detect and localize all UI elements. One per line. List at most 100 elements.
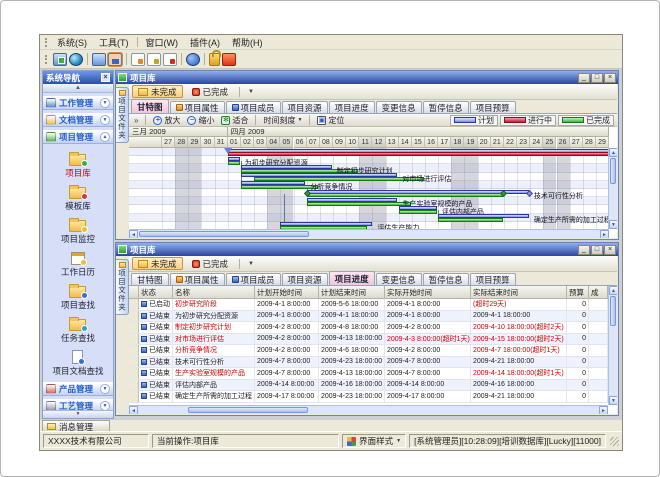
sidebar-item-项目监控[interactable]: 项目监控	[61, 216, 95, 245]
column-header-名称[interactable]: 名称	[173, 286, 255, 299]
folder-open-icon[interactable]	[92, 53, 106, 66]
sidebar-scroll-down[interactable]: ▼	[43, 410, 113, 418]
tool-timescale[interactable]: 时间刻度▼	[261, 115, 304, 126]
scroll-track[interactable]	[309, 406, 599, 414]
tool-zoom-in[interactable]: +放大	[151, 115, 182, 126]
tab-项目进度[interactable]: 项目进度	[329, 271, 375, 285]
scroll-up-arrow[interactable]: ▲	[609, 286, 617, 295]
sidebar-item-任务查找[interactable]: 任务查找	[61, 315, 95, 344]
doc-delete-icon[interactable]	[163, 53, 177, 66]
chevron-down-icon[interactable]: ▼	[100, 401, 110, 410]
table-row[interactable]: 已结束评估内部产品2009-4-14 8:00:002009-4-16 18:0…	[129, 380, 608, 392]
tab-变更信息[interactable]: 变更信息	[376, 273, 422, 285]
chevron-down-icon[interactable]: ▼	[100, 115, 110, 125]
sidebar-group-工艺管理[interactable]: 工艺管理▼	[43, 399, 113, 410]
scroll-track[interactable]	[310, 230, 600, 238]
scroll-down-arrow[interactable]: ▼	[609, 220, 617, 229]
sidebar-group-工作管理[interactable]: 工作管理▼	[43, 96, 113, 110]
sidebar-group-项目管理[interactable]: 项目管理▲	[43, 130, 113, 144]
close-button[interactable]: ×	[604, 245, 616, 255]
column-header-成[interactable]: 成	[589, 286, 608, 299]
tool-zoom-out[interactable]: −缩小	[185, 115, 216, 126]
sidebar-scroll-up[interactable]: ▲	[43, 84, 113, 93]
sidebar-close-icon[interactable]: ×	[101, 73, 110, 82]
globe-icon[interactable]	[69, 53, 83, 66]
column-header-selector[interactable]	[129, 286, 139, 299]
tab-项目成员[interactable]: 项目成员	[226, 101, 281, 113]
chevron-up-icon[interactable]: ▲	[100, 132, 110, 142]
table-row[interactable]: 已结束分析竞争情况2009-4-2 8:00:002009-4-6 18:00:…	[129, 345, 608, 357]
row-selector[interactable]	[129, 311, 139, 322]
project-folder-tab[interactable]: 项目文件夹	[116, 87, 129, 143]
table-hscroll[interactable]: ◄►	[129, 405, 608, 414]
tool-fit[interactable]: ✻适合	[219, 115, 250, 126]
filter-unfinished-button[interactable]: 未完成	[132, 257, 183, 270]
column-header-计划结束时间[interactable]: 计划结束时间	[319, 286, 385, 299]
column-header-计划开始时间[interactable]: 计划开始时间	[255, 286, 319, 299]
tab-项目资源[interactable]: 项目资源	[282, 273, 328, 285]
tab-项目属性[interactable]: 项目属性	[170, 101, 225, 113]
save-icon[interactable]	[108, 53, 122, 66]
tab-项目进度[interactable]: 项目进度	[329, 101, 375, 113]
toolbar-overflow-chevron[interactable]: »	[132, 116, 140, 125]
tab-项目预算[interactable]: 项目预算	[470, 101, 516, 113]
menu-item-4[interactable]: 帮助(H)	[226, 35, 269, 50]
gantt-hscroll[interactable]: ◄►	[129, 229, 609, 238]
scroll-right-arrow[interactable]: ►	[600, 230, 609, 238]
gantt-bar-completed[interactable]	[307, 202, 411, 206]
project-folder-tab[interactable]: 项目文件夹	[116, 259, 129, 315]
doc-add-icon[interactable]	[131, 53, 145, 66]
menu-item-3[interactable]: 插件(A)	[184, 35, 226, 50]
sidebar-item-项目文档查找[interactable]: 项目文档查找	[52, 348, 103, 377]
exit-icon[interactable]	[222, 53, 236, 66]
scroll-thumb[interactable]	[188, 407, 308, 413]
scroll-thumb[interactable]	[610, 158, 616, 184]
sidebar-item-工作日历[interactable]: 工作日历	[61, 249, 95, 278]
table-row[interactable]: 已结束为初步研究分配资源2009-4-1 8:00:002009-4-1 18:…	[129, 311, 608, 323]
tab-甘特图[interactable]: 甘特图	[131, 99, 169, 113]
scroll-up-arrow[interactable]: ▲	[609, 148, 617, 157]
table-row[interactable]: 已启动初步研究阶段2009-4-1 8:00:002009-5-6 18:00:…	[129, 299, 608, 311]
minimize-button[interactable]: _	[578, 73, 590, 83]
table-vscroll[interactable]: ▲▼	[608, 286, 617, 405]
gantt-vscroll[interactable]: ▲▼	[608, 148, 617, 229]
sidebar-item-项目查找[interactable]: 项目查找	[61, 282, 95, 311]
scroll-thumb[interactable]	[139, 231, 309, 237]
more-filters-button[interactable]: ▼	[245, 261, 257, 267]
sidebar-group-产品管理[interactable]: 产品管理▼	[43, 382, 113, 396]
row-selector[interactable]	[129, 391, 139, 402]
maximize-button[interactable]: □	[591, 73, 603, 83]
maximize-button[interactable]: □	[591, 245, 603, 255]
menu-item-2[interactable]: 窗口(W)	[140, 35, 185, 50]
sidebar-item-模板库[interactable]: 模板库	[65, 183, 91, 212]
sidebar-item-项目库[interactable]: 项目库	[65, 150, 91, 179]
more-filters-button[interactable]: ▼	[245, 89, 257, 95]
table-row[interactable]: 已结束技术可行性分析2009-4-7 8:00:002009-4-23 18:0…	[129, 357, 608, 369]
column-header-实际结束时间[interactable]: 实际结束时间	[471, 286, 567, 299]
interface-style-cell[interactable]: 界面样式 ▼	[342, 434, 406, 448]
minimize-button[interactable]: _	[578, 245, 590, 255]
help-icon[interactable]	[186, 53, 200, 66]
row-selector[interactable]	[129, 368, 139, 379]
row-selector[interactable]	[129, 299, 139, 310]
filter-finished-button[interactable]: 已完成	[186, 85, 235, 98]
scroll-down-arrow[interactable]: ▼	[609, 396, 617, 405]
table-row[interactable]: 已结束对市场进行评估2009-4-2 8:00:002009-4-13 18:0…	[129, 334, 608, 346]
column-header-状态[interactable]: 状态	[139, 286, 173, 299]
gantt-bar-completed[interactable]	[399, 210, 437, 214]
tool-locate[interactable]: ▣定位	[315, 115, 346, 126]
table-row[interactable]: 已结束制定初步研究计划2009-4-2 8:00:002009-4-8 18:0…	[129, 322, 608, 334]
scroll-right-arrow[interactable]: ►	[599, 406, 608, 414]
menu-item-1[interactable]: 工具(T)	[93, 35, 135, 50]
table-row[interactable]: 已结束确定生产所需的加工过程2009-4-17 8:00:002009-4-23…	[129, 391, 608, 403]
tab-甘特图[interactable]: 甘特图	[131, 273, 169, 285]
doc-edit-icon[interactable]	[147, 53, 161, 66]
filter-finished-button[interactable]: 已完成	[186, 257, 235, 270]
tab-暂停信息[interactable]: 暂停信息	[423, 101, 469, 113]
gantt-bar-in-progress[interactable]	[228, 152, 609, 156]
column-header-预算[interactable]: 预算	[567, 286, 589, 299]
lock-gold-icon[interactable]	[209, 53, 220, 66]
filter-unfinished-button[interactable]: 未完成	[132, 85, 183, 98]
tab-项目预算[interactable]: 项目预算	[470, 273, 516, 285]
row-selector[interactable]	[129, 334, 139, 345]
